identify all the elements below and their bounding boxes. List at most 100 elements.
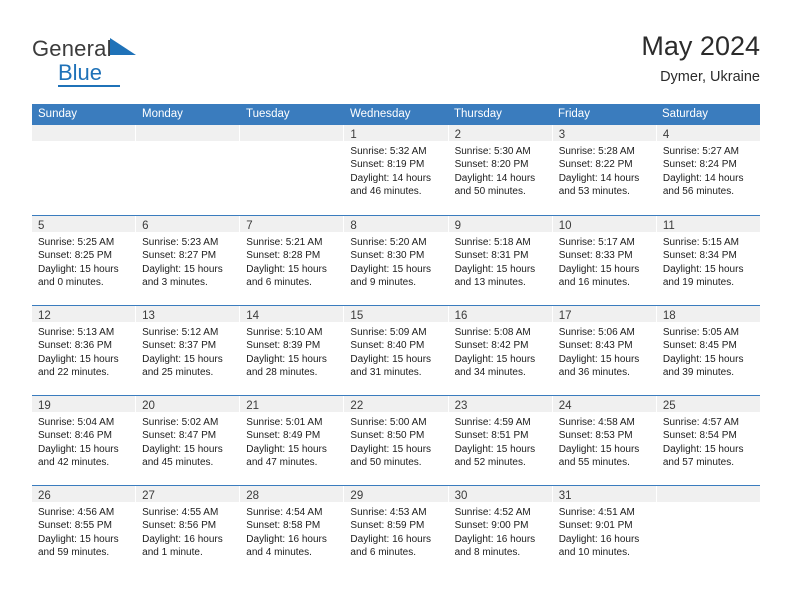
sunset-text: Sunset: 8:42 PM [454, 340, 529, 352]
date-band: 11 [656, 216, 760, 232]
date-band: 4 [656, 125, 760, 141]
date-band: 23 [448, 396, 552, 412]
sunrise-text: Sunrise: 5:06 AM [558, 327, 635, 338]
date-band: 21 [240, 396, 344, 412]
calendar-day-cell[interactable]: 31 Sunrise: 4:51 AM Sunset: 9:01 PM Dayligh… [552, 486, 657, 575]
sunrise-text: Sunrise: 5:23 AM [142, 237, 219, 248]
title-block: May 2024 Dymer, Ukraine [641, 30, 760, 85]
page-subtitle: Dymer, Ukraine [660, 68, 760, 85]
calendar-day-cell[interactable]: 21 Sunrise: 5:01 AM Sunset: 8:49 PM Dayligh… [240, 396, 345, 485]
day-detail-body: Sunrise: 5:28 AM Sunset: 8:22 PM Daylight:… [553, 141, 656, 199]
daylight-text-line2: and 50 minutes. [350, 457, 422, 469]
date-band [136, 125, 240, 141]
calendar-day-cell[interactable]: 25 Sunrise: 4:57 AM Sunset: 8:54 PM Dayligh… [656, 396, 760, 485]
date-number: 11 [662, 220, 675, 232]
sunset-text: Sunset: 8:45 PM [662, 340, 737, 352]
daylight-text-line1: Daylight: 15 hours [454, 263, 536, 275]
sunrise-text: Sunrise: 5:32 AM [350, 146, 427, 157]
date-number: 14 [246, 310, 260, 322]
day-detail-body: Sunrise: 4:57 AM Sunset: 8:54 PM Daylight:… [657, 412, 760, 470]
sunrise-text: Sunrise: 5:01 AM [246, 417, 323, 428]
calendar-day-cell[interactable]: 14 Sunrise: 5:10 AM Sunset: 8:39 PM Dayligh… [240, 306, 345, 395]
calendar-day-cell[interactable]: 20 Sunrise: 5:02 AM Sunset: 8:47 PM Dayligh… [136, 396, 241, 485]
day-detail-body: Sunrise: 5:04 AM Sunset: 8:46 PM Daylight:… [32, 412, 135, 470]
day-detail-body: Sunrise: 5:15 AM Sunset: 8:34 PM Daylight:… [657, 232, 760, 290]
sunrise-text: Sunrise: 4:58 AM [558, 417, 635, 428]
daylight-text-line1: Daylight: 16 hours [454, 533, 536, 545]
date-number: 25 [662, 400, 676, 412]
day-detail-body: Sunrise: 5:00 AM Sunset: 8:50 PM Daylight:… [344, 412, 447, 470]
daylight-text-line2: and 34 minutes. [454, 367, 526, 379]
calendar-day-cell[interactable]: 18 Sunrise: 5:05 AM Sunset: 8:45 PM Dayligh… [656, 306, 760, 395]
calendar-day-cell[interactable]: 12 Sunrise: 5:13 AM Sunset: 8:36 PM Dayligh… [32, 306, 137, 395]
sunrise-text: Sunrise: 5:15 AM [662, 237, 739, 248]
calendar-day-cell[interactable]: 28 Sunrise: 4:54 AM Sunset: 8:58 PM Dayligh… [240, 486, 345, 575]
calendar-day-cell[interactable]: 13 Sunrise: 5:12 AM Sunset: 8:37 PM Dayligh… [136, 306, 241, 395]
calendar-day-cell[interactable]: 19 Sunrise: 5:04 AM Sunset: 8:46 PM Dayligh… [32, 396, 137, 485]
date-band: 26 [32, 486, 136, 502]
sunset-text: Sunset: 8:36 PM [38, 340, 112, 352]
calendar-day-cell[interactable]: 3 Sunrise: 5:28 AM Sunset: 8:22 PM Daylight… [552, 125, 657, 215]
daylight-text-line1: Daylight: 15 hours [142, 353, 223, 365]
date-band: 8 [344, 216, 448, 232]
daylight-text-line1: Daylight: 15 hours [350, 353, 432, 365]
calendar-day-cell[interactable]: 4 Sunrise: 5:27 AM Sunset: 8:24 PM Daylight… [656, 125, 760, 215]
calendar-day-cell[interactable]: 1 Sunrise: 5:32 AM Sunset: 8:19 PM Daylight… [344, 125, 449, 215]
calendar-day-cell[interactable]: 29 Sunrise: 4:53 AM Sunset: 8:59 PM Dayligh… [344, 486, 449, 575]
calendar-day-cell[interactable]: 23 Sunrise: 4:59 AM Sunset: 8:51 PM Dayligh… [448, 396, 553, 485]
brand-logo[interactable]: General Blue [32, 30, 172, 87]
sunrise-text: Sunrise: 5:05 AM [662, 327, 739, 338]
calendar-day-cell[interactable]: 10 Sunrise: 5:17 AM Sunset: 8:33 PM Dayligh… [552, 216, 657, 305]
date-number: 16 [454, 310, 468, 322]
date-number: 1 [350, 129, 357, 141]
daylight-text-line1: Daylight: 15 hours [662, 353, 744, 365]
date-number: 7 [246, 220, 253, 232]
day-detail-body: Sunrise: 4:53 AM Sunset: 8:59 PM Daylight:… [344, 502, 447, 560]
calendar-day-cell[interactable]: 22 Sunrise: 5:00 AM Sunset: 8:50 PM Dayligh… [344, 396, 449, 485]
day-detail-body: Sunrise: 5:17 AM Sunset: 8:33 PM Daylight:… [553, 232, 656, 290]
calendar-day-cell[interactable]: 27 Sunrise: 4:55 AM Sunset: 8:56 PM Dayligh… [136, 486, 241, 575]
calendar-day-cell[interactable]: 2 Sunrise: 5:30 AM Sunset: 8:20 PM Daylight… [448, 125, 553, 215]
calendar-day-cell[interactable]: 8 Sunrise: 5:20 AM Sunset: 8:30 PM Daylight… [344, 216, 449, 305]
sunset-text: Sunset: 8:25 PM [38, 250, 112, 262]
sunrise-text: Sunrise: 4:56 AM [38, 507, 115, 518]
date-band [32, 125, 136, 141]
date-band: 20 [136, 396, 240, 412]
date-number: 23 [454, 400, 468, 412]
daylight-text-line2: and 31 minutes. [350, 367, 422, 379]
day-detail-body: Sunrise: 4:54 AM Sunset: 8:58 PM Daylight:… [240, 502, 343, 560]
calendar-day-cell[interactable]: 26 Sunrise: 4:56 AM Sunset: 8:55 PM Dayligh… [32, 486, 137, 575]
sunrise-text: Sunrise: 5:12 AM [142, 327, 219, 338]
calendar-day-cell-empty [656, 486, 760, 575]
daylight-text-line2: and 8 minutes. [454, 547, 521, 559]
date-band: 31 [552, 486, 656, 502]
calendar-day-cell[interactable]: 11 Sunrise: 5:15 AM Sunset: 8:34 PM Dayligh… [656, 216, 760, 305]
calendar-day-cell[interactable]: 9 Sunrise: 5:18 AM Sunset: 8:31 PM Daylight… [448, 216, 553, 305]
dow-wednesday: Wednesday [350, 108, 411, 120]
calendar-day-cell[interactable]: 17 Sunrise: 5:06 AM Sunset: 8:43 PM Dayligh… [552, 306, 657, 395]
date-band: 14 [240, 306, 344, 322]
calendar-day-cell[interactable]: 6 Sunrise: 5:23 AM Sunset: 8:27 PM Daylight… [136, 216, 241, 305]
sunset-text: Sunset: 8:56 PM [142, 520, 217, 532]
date-band: 7 [240, 216, 344, 232]
day-of-week-header: Sunday Monday Tuesday Wednesday Thursday… [32, 104, 760, 125]
calendar-day-cell[interactable]: 15 Sunrise: 5:09 AM Sunset: 8:40 PM Dayligh… [344, 306, 449, 395]
daylight-text-line2: and 53 minutes. [558, 186, 630, 198]
calendar-day-cell[interactable]: 30 Sunrise: 4:52 AM Sunset: 9:00 PM Dayligh… [448, 486, 553, 575]
calendar-day-cell[interactable]: 16 Sunrise: 5:08 AM Sunset: 8:42 PM Dayligh… [448, 306, 553, 395]
date-number: 29 [350, 490, 364, 502]
daylight-text-line2: and 46 minutes. [350, 186, 422, 198]
date-number: 3 [558, 129, 566, 141]
calendar-day-cell[interactable]: 5 Sunrise: 5:25 AM Sunset: 8:25 PM Daylight… [32, 216, 137, 305]
date-number: 2 [454, 129, 461, 141]
sunset-text: Sunset: 8:20 PM [454, 159, 529, 171]
date-number: 9 [454, 220, 461, 232]
sunrise-text: Sunrise: 5:13 AM [38, 327, 115, 338]
daylight-text-line1: Daylight: 16 hours [350, 533, 432, 545]
sunset-text: Sunset: 8:53 PM [558, 430, 633, 442]
calendar-day-cell[interactable]: 7 Sunrise: 5:21 AM Sunset: 8:28 PM Daylight… [240, 216, 345, 305]
daylight-text-line2: and 25 minutes. [142, 367, 214, 379]
page-header: General Blue May 2024 Dymer, Ukraine [0, 0, 792, 104]
calendar-day-cell[interactable]: 24 Sunrise: 4:58 AM Sunset: 8:53 PM Dayligh… [552, 396, 657, 485]
calendar-week-row: 19 Sunrise: 5:04 AM Sunset: 8:46 PM Dayligh… [32, 395, 760, 485]
